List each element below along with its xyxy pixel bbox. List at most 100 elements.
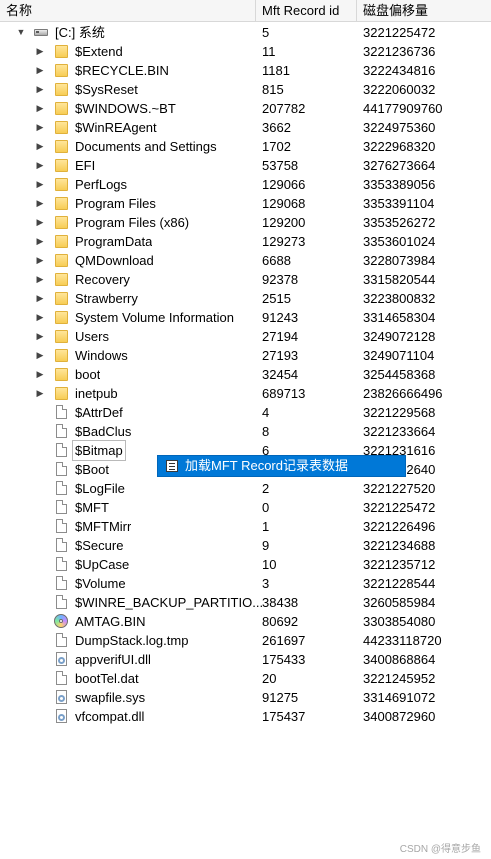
tree-row-label: $SysReset [75, 82, 138, 97]
tree-row-folder[interactable]: ▶ EFI 53758 3276273664 [0, 156, 491, 175]
tree-row-file[interactable]: $UpCase 10 3221235712 [0, 555, 491, 574]
tree-row-label: Strawberry [75, 291, 138, 306]
expand-chevron-icon[interactable]: ▶ [34, 61, 46, 80]
disk-offset-cell: 23826666496 [363, 386, 443, 401]
tree-row-label: EFI [75, 158, 96, 173]
disk-offset-cell: 3221245952 [363, 671, 436, 686]
tree-row-file[interactable]: $LogFile 2 3221227520 [0, 479, 491, 498]
tree-row-folder[interactable]: ▶ $WINDOWS.~BT 207782 44177909760 [0, 99, 491, 118]
tree-row-folder[interactable]: ▶ Windows 27193 3249071104 [0, 346, 491, 365]
system-file-icon [56, 709, 68, 723]
record-id-cell: 9 [262, 538, 270, 553]
record-id-cell: 129200 [262, 215, 306, 230]
record-id-cell: 175433 [262, 652, 306, 667]
tree-row-file[interactable]: $AttrDef 4 3221229568 [0, 403, 491, 422]
tree-row-label: PerfLogs [75, 177, 128, 192]
tree-row-file[interactable]: $MFT 0 3221225472 [0, 498, 491, 517]
collapse-chevron-icon[interactable]: ▼ [15, 23, 27, 42]
tree-row-folder[interactable]: ▶ PerfLogs 129066 3353389056 [0, 175, 491, 194]
folder-icon [55, 121, 68, 134]
expand-chevron-icon[interactable]: ▶ [34, 308, 46, 327]
expand-chevron-icon[interactable]: ▶ [34, 251, 46, 270]
tree-row-folder[interactable]: ▶ Users 27194 3249072128 [0, 327, 491, 346]
disk-offset-cell: 3249072128 [363, 329, 436, 344]
disk-offset-cell: 3221234688 [363, 538, 436, 553]
disk-offset-cell: 3254458368 [363, 367, 436, 382]
tree-row-file[interactable]: $WINRE_BACKUP_PARTITIO... 38438 3260585984 [0, 593, 491, 612]
tree-row-folder[interactable]: ▶ Documents and Settings 1702 3222968320 [0, 137, 491, 156]
context-menu-load-mft-record[interactable]: 加载MFT Record记录表数据 [157, 455, 406, 477]
tree-row-file[interactable]: swapfile.sys 91275 3314691072 [0, 688, 491, 707]
tree-row-folder[interactable]: ▶ ProgramData 129273 3353601024 [0, 232, 491, 251]
tree-row-file[interactable]: $Volume 3 3221228544 [0, 574, 491, 593]
tree-row-folder[interactable]: ▶ $WinREAgent 3662 3224975360 [0, 118, 491, 137]
expand-chevron-icon[interactable]: ▶ [34, 80, 46, 99]
expand-chevron-icon[interactable]: ▶ [34, 270, 46, 289]
expand-chevron-icon[interactable]: ▶ [34, 194, 46, 213]
column-header-disk-offset[interactable]: 磁盘偏移量 [357, 0, 487, 22]
column-header-record-id[interactable]: Mft Record id [256, 0, 357, 22]
tree-row-label: [C:] 系统 [55, 25, 105, 40]
tree-row-file[interactable]: AMTAG.BIN 80692 3303854080 [0, 612, 491, 631]
disk-offset-cell: 3228073984 [363, 253, 436, 268]
tree-row-label: $MFT [75, 500, 109, 515]
tree-row-folder[interactable]: ▶ Strawberry 2515 3223800832 [0, 289, 491, 308]
tree-row-file[interactable]: $BadClus 8 3221233664 [0, 422, 491, 441]
expand-chevron-icon[interactable]: ▶ [34, 175, 46, 194]
expand-chevron-icon[interactable]: ▶ [34, 137, 46, 156]
record-id-cell: 175437 [262, 709, 306, 724]
expand-chevron-icon[interactable]: ▶ [34, 118, 46, 137]
folder-icon [55, 45, 68, 58]
file-icon [56, 519, 67, 533]
tree-row-folder[interactable]: ▶ $SysReset 815 3222060032 [0, 80, 491, 99]
tree-row-folder[interactable]: ▶ QMDownload 6688 3228073984 [0, 251, 491, 270]
tree-row-file[interactable]: DumpStack.log.tmp 261697 44233118720 [0, 631, 491, 650]
context-menu-label: 加载MFT Record记录表数据 [185, 458, 348, 473]
tree-row-folder[interactable]: ▶ $Extend 11 3221236736 [0, 42, 491, 61]
tree-row-label: inetpub [75, 386, 118, 401]
tree-row-folder[interactable]: ▶ boot 32454 3254458368 [0, 365, 491, 384]
disk-offset-cell: 3315820544 [363, 272, 436, 287]
record-id-cell: 8 [262, 424, 270, 439]
folder-icon [55, 216, 68, 229]
expand-chevron-icon[interactable]: ▶ [34, 42, 46, 61]
tree-row-folder[interactable]: ▶ Program Files 129068 3353391104 [0, 194, 491, 213]
file-icon [56, 576, 67, 590]
file-icon [56, 481, 67, 495]
expand-chevron-icon[interactable]: ▶ [34, 232, 46, 251]
record-id-cell: 1 [262, 519, 270, 534]
tree-row-folder[interactable]: ▶ Recovery 92378 3315820544 [0, 270, 491, 289]
disk-offset-cell: 3224975360 [363, 120, 436, 135]
tree-row-label: Program Files [75, 196, 156, 211]
expand-chevron-icon[interactable]: ▶ [34, 213, 46, 232]
disk-offset-cell: 3353389056 [363, 177, 436, 192]
expand-chevron-icon[interactable]: ▶ [34, 327, 46, 346]
tree-row-label: bootTel.dat [75, 671, 139, 686]
file-icon [56, 424, 67, 438]
tree-row-folder[interactable]: ▶ Program Files (x86) 129200 3353526272 [0, 213, 491, 232]
record-id-cell: 207782 [262, 101, 306, 116]
disk-offset-cell: 3222060032 [363, 82, 436, 97]
tree-row-file[interactable]: bootTel.dat 20 3221245952 [0, 669, 491, 688]
expand-chevron-icon[interactable]: ▶ [34, 99, 46, 118]
folder-icon [55, 64, 68, 77]
column-header-name[interactable]: 名称 [0, 0, 256, 22]
expand-chevron-icon[interactable]: ▶ [34, 365, 46, 384]
tree-row-folder[interactable]: ▶ $RECYCLE.BIN 1181 3222434816 [0, 61, 491, 80]
expand-chevron-icon[interactable]: ▶ [34, 346, 46, 365]
tree-row-file[interactable]: appverifUI.dll 175433 3400868864 [0, 650, 491, 669]
expand-chevron-icon[interactable]: ▶ [34, 384, 46, 403]
disk-offset-cell: 3353391104 [363, 196, 435, 211]
tree-row-folder[interactable]: ▶ System Volume Information 91243 331465830… [0, 308, 491, 327]
tree-row-label: $MFTMirr [75, 519, 132, 534]
tree-row-file[interactable]: $MFTMirr 1 3221226496 [0, 517, 491, 536]
tree-row-drive-c[interactable]: ▼ [C:] 系统 5 3221225472 [0, 23, 491, 42]
record-id-cell: 91275 [262, 690, 299, 705]
expand-chevron-icon[interactable]: ▶ [34, 289, 46, 308]
disk-offset-cell: 3400872960 [363, 709, 436, 724]
tree-row-file[interactable]: vfcompat.dll 175437 3400872960 [0, 707, 491, 726]
expand-chevron-icon[interactable]: ▶ [34, 156, 46, 175]
tree-row-folder[interactable]: ▶ inetpub 689713 23826666496 [0, 384, 491, 403]
tree-row-label: $LogFile [75, 481, 125, 496]
tree-row-file[interactable]: $Secure 9 3221234688 [0, 536, 491, 555]
